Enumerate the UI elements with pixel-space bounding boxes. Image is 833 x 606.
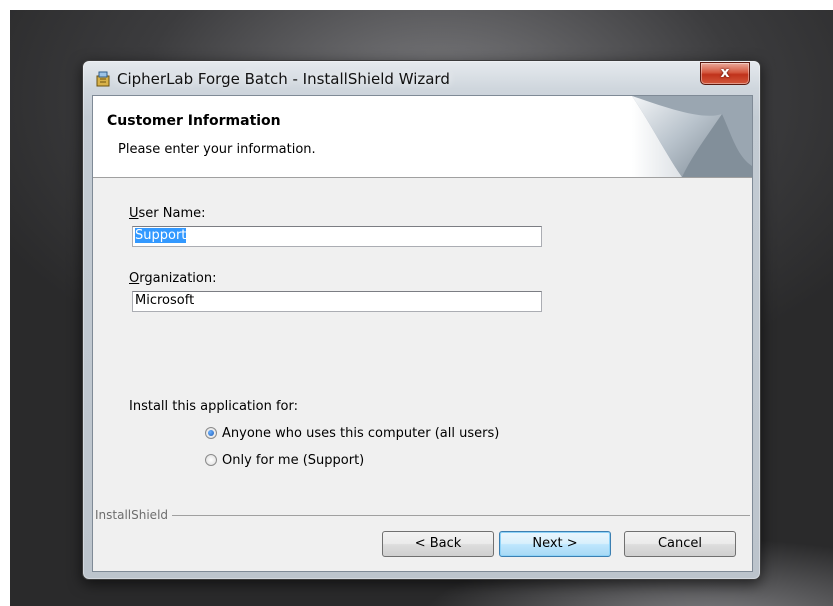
user-name-input[interactable]: Support — [132, 226, 542, 247]
radio-unselected-icon — [205, 454, 217, 466]
organization-input[interactable]: Microsoft — [132, 291, 542, 312]
cancel-button[interactable]: Cancel — [624, 531, 736, 557]
brand-label: InstallShield — [95, 508, 173, 522]
close-button[interactable]: x — [700, 62, 750, 85]
radio-selected-icon — [205, 427, 217, 439]
title-bar[interactable]: CipherLab Forge Batch - InstallShield Wi… — [83, 61, 760, 95]
organization-label: Organization: — [129, 271, 217, 286]
user-name-value: Support — [135, 228, 187, 243]
user-name-label: User Name: — [129, 206, 206, 221]
radio-only-me-label: Only for me (Support) — [222, 453, 365, 468]
radio-only-me[interactable]: Only for me (Support) — [205, 453, 364, 468]
radio-all-users-label: Anyone who uses this computer (all users… — [222, 426, 500, 441]
page-subtitle: Please enter your information. — [118, 142, 316, 157]
install-for-label: Install this application for: — [129, 399, 298, 414]
wizard-header: Customer Information Please enter your i… — [93, 96, 752, 178]
back-button[interactable]: < Back — [382, 531, 494, 557]
installshield-brand-line: InstallShield — [93, 508, 752, 522]
window-title: CipherLab Forge Batch - InstallShield Wi… — [117, 70, 450, 88]
installer-icon — [96, 71, 110, 87]
page-curl-graphic — [632, 96, 752, 177]
organization-value: Microsoft — [135, 293, 195, 308]
page-title: Customer Information — [107, 113, 281, 129]
divider — [95, 515, 750, 516]
next-button[interactable]: Next > — [499, 531, 611, 557]
close-icon: x — [720, 65, 730, 81]
radio-all-users[interactable]: Anyone who uses this computer (all users… — [205, 426, 499, 441]
installshield-wizard-window: CipherLab Forge Batch - InstallShield Wi… — [82, 60, 761, 580]
wizard-client-area: Customer Information Please enter your i… — [92, 95, 753, 572]
